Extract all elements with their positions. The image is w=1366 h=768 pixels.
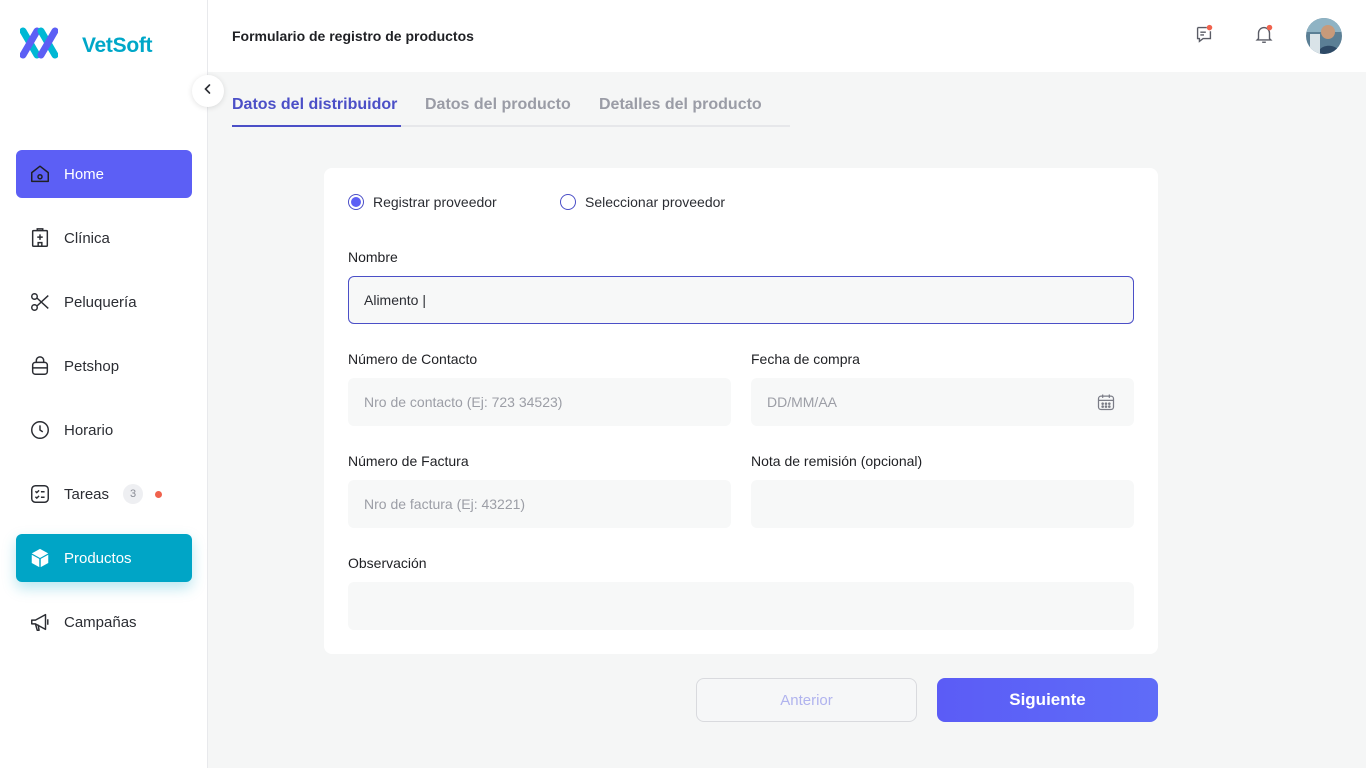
sidebar-item-label: Peluquería	[64, 293, 137, 311]
supplier-form-card: Registrar proveedor Seleccionar proveedo…	[324, 168, 1158, 654]
topbar: Formulario de registro de productos	[208, 0, 1366, 72]
form-tabs: Datos del distribuidor Datos del product…	[232, 96, 790, 127]
sidebar-item-label: Clínica	[64, 229, 110, 247]
chat-notification-icon	[1193, 23, 1215, 50]
app-name: VetSoft	[82, 33, 153, 57]
radio-seleccionar-proveedor[interactable]: Seleccionar proveedor	[560, 194, 725, 210]
tab-datos-producto[interactable]: Datos del producto	[425, 96, 571, 127]
home-icon	[28, 162, 52, 186]
collapse-sidebar-button[interactable]	[192, 75, 224, 107]
page-title: Formulario de registro de productos	[232, 28, 474, 44]
radio-label: Registrar proveedor	[373, 194, 497, 210]
sidebar-item-label: Home	[64, 165, 105, 183]
radio-button-checked[interactable]	[348, 194, 364, 210]
chevron-left-icon	[202, 82, 214, 100]
sidebar-item-home[interactable]: Home	[16, 150, 192, 198]
tab-detalles-producto[interactable]: Detalles del producto	[599, 96, 762, 127]
radio-button[interactable]	[560, 194, 576, 210]
vetsoft-logo-icon	[19, 27, 59, 64]
sidebar-item-tareas[interactable]: Tareas 3	[16, 470, 192, 518]
remision-label: Nota de remisión (opcional)	[751, 453, 923, 469]
observacion-input[interactable]	[348, 582, 1134, 630]
nombre-input[interactable]	[348, 276, 1134, 324]
logo[interactable]: VetSoft	[19, 27, 153, 64]
factura-input[interactable]	[348, 480, 731, 528]
sidebar: VetSoft Home Clínica Peluquería Petshop …	[0, 0, 208, 768]
remision-input[interactable]	[751, 480, 1134, 528]
tasks-count-badge: 3	[123, 484, 144, 504]
cube-icon	[28, 546, 52, 570]
sidebar-item-horario[interactable]: Horario	[16, 406, 192, 454]
megaphone-icon	[28, 610, 52, 634]
user-avatar[interactable]	[1306, 18, 1342, 54]
nombre-label: Nombre	[348, 249, 398, 265]
notification-dot	[155, 490, 163, 498]
sidebar-item-label: Campañas	[64, 613, 137, 631]
next-button[interactable]: Siguiente	[937, 678, 1158, 722]
calendar-icon[interactable]	[1095, 391, 1117, 413]
sidebar-item-label: Horario	[64, 421, 114, 439]
tab-datos-distribuidor[interactable]: Datos del distribuidor	[232, 96, 401, 127]
clock-icon	[28, 418, 52, 442]
sidebar-item-campanas[interactable]: Campañas	[16, 598, 192, 646]
sidebar-item-label: Productos	[64, 549, 132, 567]
bell-icon	[1253, 23, 1275, 50]
sidebar-item-clinica[interactable]: Clínica	[16, 214, 192, 262]
contacto-input[interactable]	[348, 378, 731, 426]
messages-button[interactable]	[1192, 24, 1216, 48]
radio-registrar-proveedor[interactable]: Registrar proveedor	[348, 194, 497, 210]
sidebar-item-peluqueria[interactable]: Peluquería	[16, 278, 192, 326]
previous-button[interactable]: Anterior	[696, 678, 917, 722]
fecha-input[interactable]	[751, 378, 1134, 426]
factura-label: Número de Factura	[348, 453, 469, 469]
sidebar-item-label: Tareas	[64, 485, 110, 503]
clinic-icon	[28, 226, 52, 250]
bag-icon	[28, 354, 52, 378]
notifications-button[interactable]	[1252, 24, 1276, 48]
sidebar-item-petshop[interactable]: Petshop	[16, 342, 192, 390]
fecha-label: Fecha de compra	[751, 351, 860, 367]
checklist-icon	[28, 482, 52, 506]
contacto-label: Número de Contacto	[348, 351, 478, 367]
radio-label: Seleccionar proveedor	[585, 194, 726, 210]
scissors-icon	[28, 290, 52, 314]
sidebar-item-productos[interactable]: Productos	[16, 534, 192, 582]
sidebar-item-label: Petshop	[64, 357, 120, 375]
observacion-label: Observación	[348, 555, 427, 571]
